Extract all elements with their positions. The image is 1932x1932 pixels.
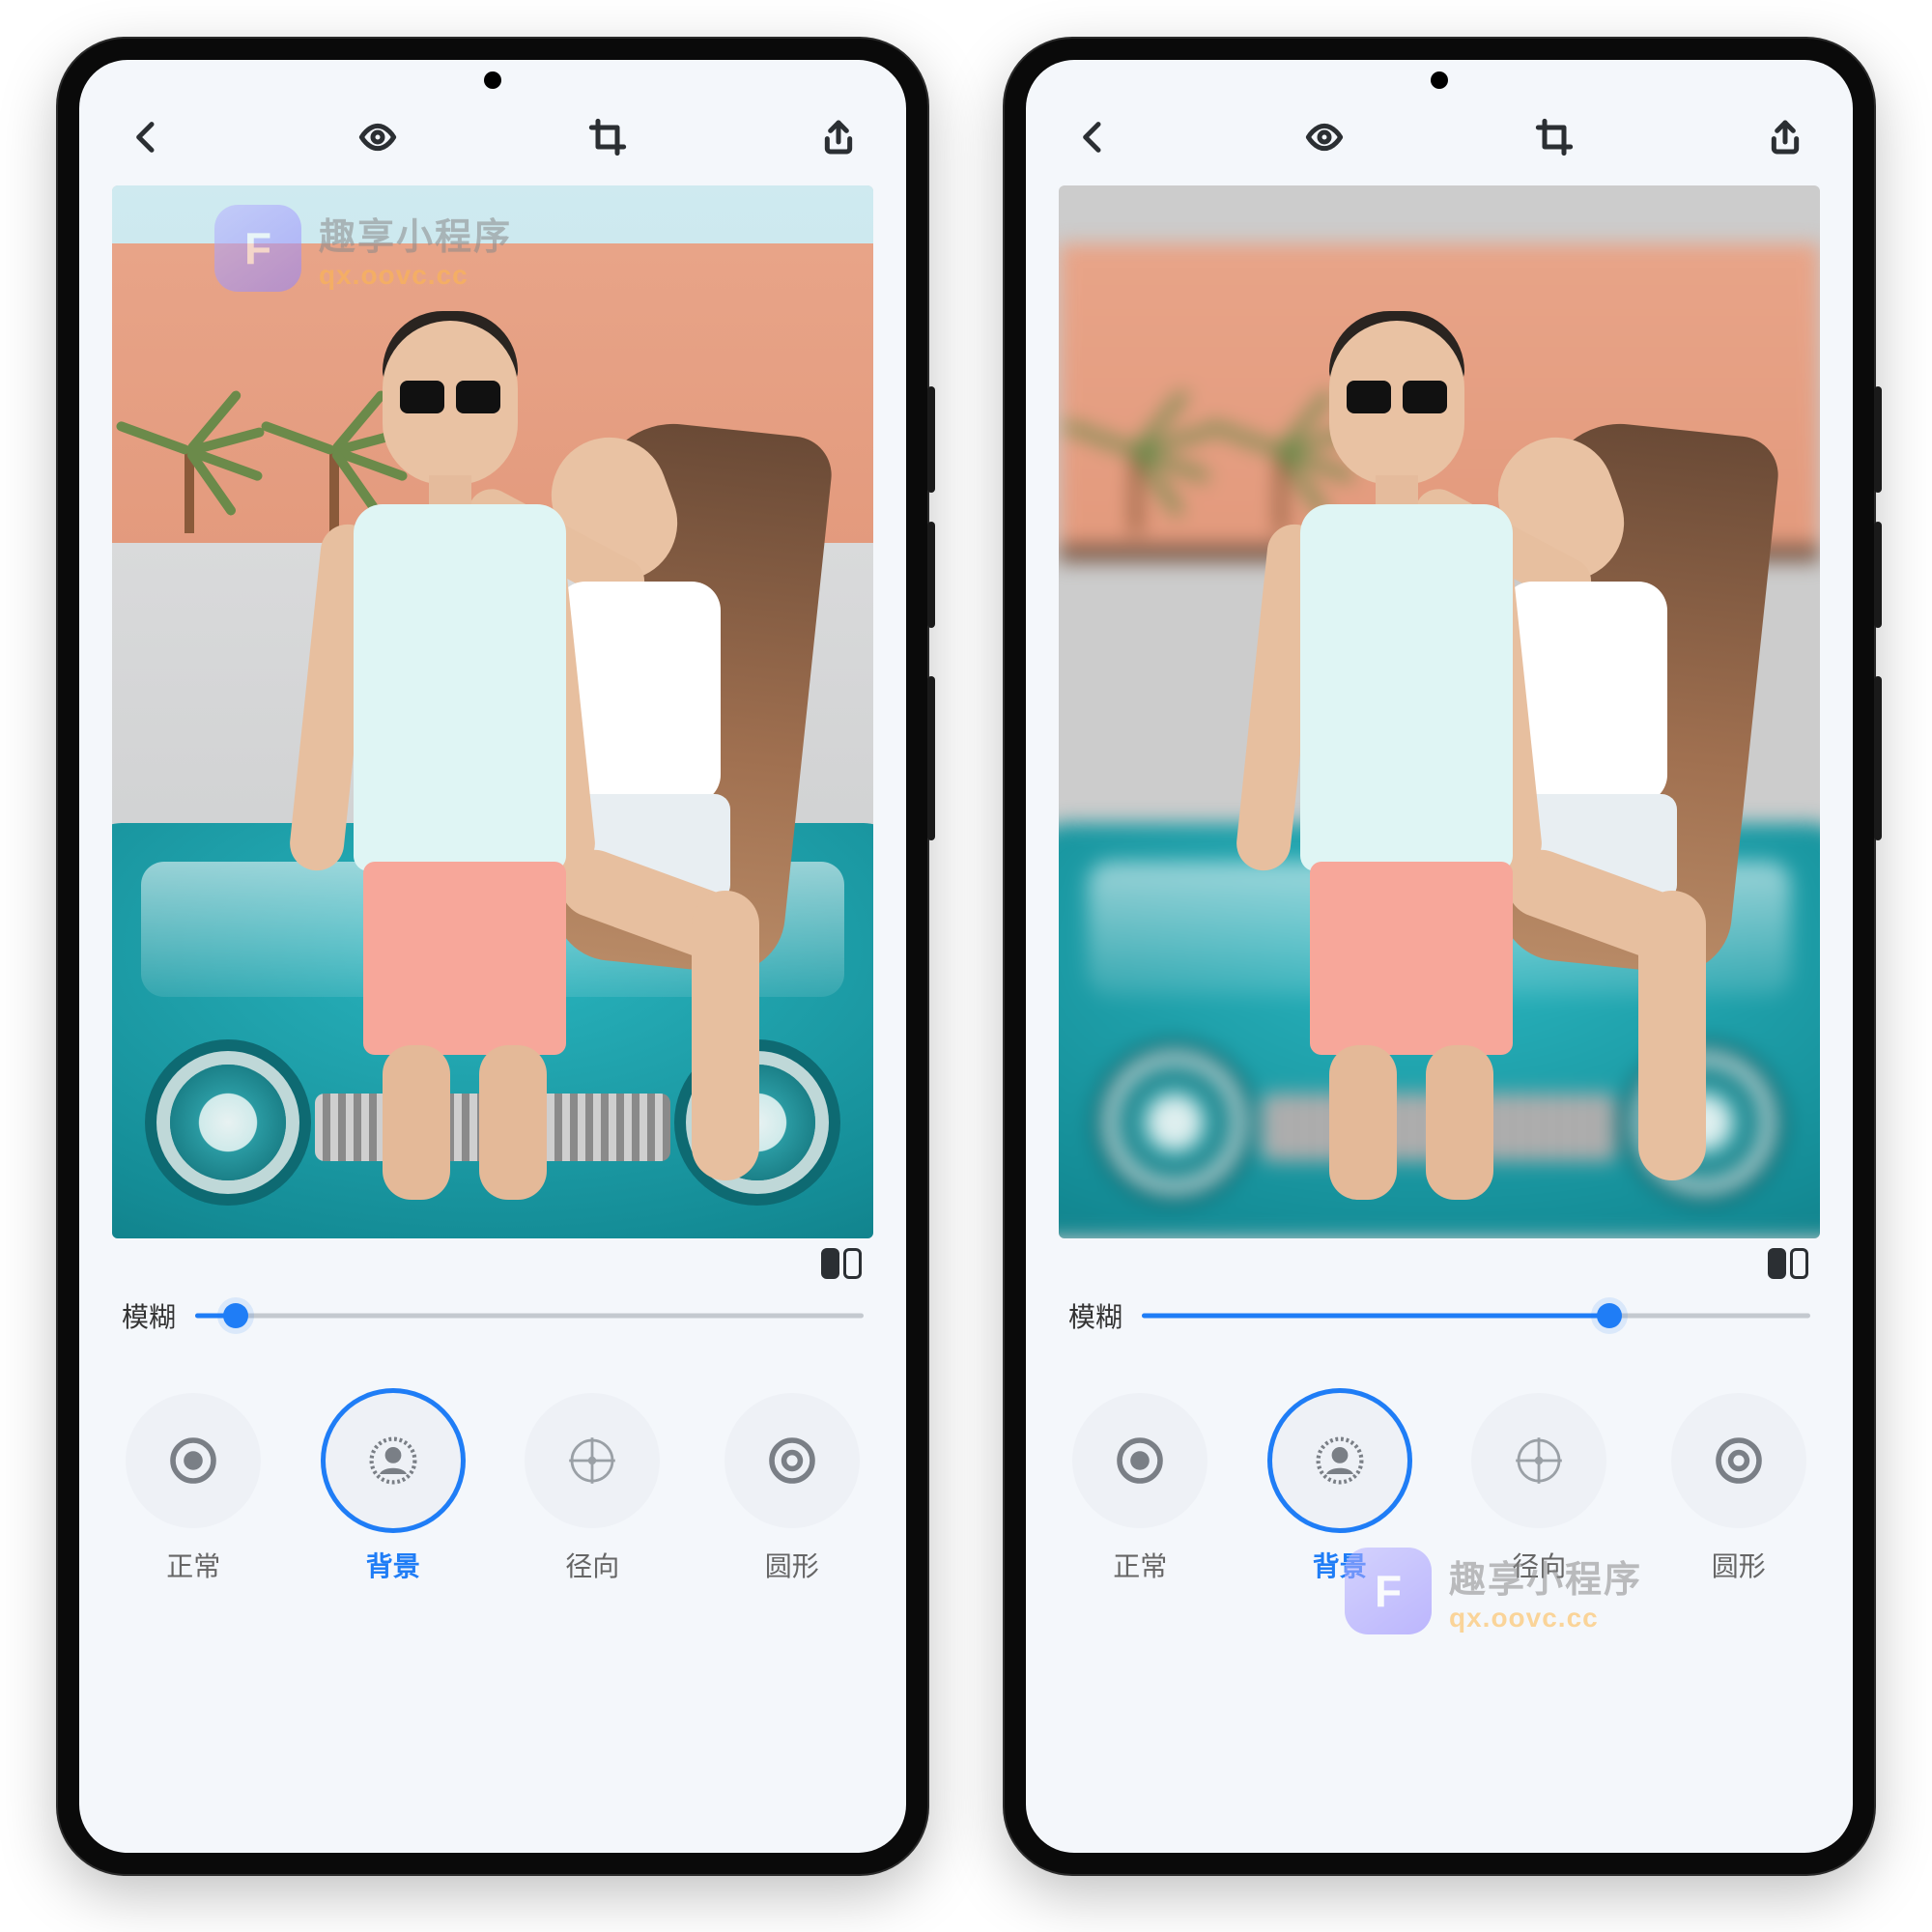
crop-icon[interactable] <box>1535 118 1574 156</box>
photo-canvas[interactable] <box>79 185 906 1238</box>
camera-dot <box>1431 71 1448 89</box>
camera-dot <box>484 71 501 89</box>
watermark-title: 趣享小程序 <box>1449 1549 1642 1603</box>
blur-slider[interactable] <box>195 1296 864 1335</box>
side-button <box>927 386 935 493</box>
option-label: 圆形 <box>765 1546 819 1584</box>
side-button <box>927 522 935 628</box>
option-label: 正常 <box>1113 1546 1167 1584</box>
share-icon[interactable] <box>819 118 858 156</box>
background-icon <box>1313 1434 1367 1488</box>
compare-icon[interactable] <box>1768 1248 1808 1279</box>
compare-icon[interactable] <box>821 1248 862 1279</box>
slider-label: 模糊 <box>122 1296 176 1335</box>
watermark: F 趣享小程序 qx.oovc.cc <box>214 205 512 292</box>
radial-icon <box>1512 1434 1566 1488</box>
watermark-badge-icon: F <box>1345 1548 1432 1634</box>
option-label: 圆形 <box>1712 1546 1766 1584</box>
side-button <box>1874 676 1882 840</box>
option-normal[interactable]: 正常 <box>1058 1393 1222 1584</box>
circle-icon <box>765 1434 819 1488</box>
back-icon[interactable] <box>1074 118 1113 156</box>
option-normal[interactable]: 正常 <box>111 1393 275 1584</box>
watermark-title: 趣享小程序 <box>319 207 512 260</box>
radial-icon <box>565 1434 619 1488</box>
side-button <box>1874 386 1882 493</box>
watermark-url: qx.oovc.cc <box>1449 1603 1642 1634</box>
option-circle[interactable]: 圆形 <box>710 1393 874 1584</box>
share-icon[interactable] <box>1766 118 1804 156</box>
option-label: 正常 <box>166 1546 220 1584</box>
option-circle[interactable]: 圆形 <box>1657 1393 1821 1584</box>
slider-label: 模糊 <box>1068 1296 1122 1335</box>
blur-mode-options: 正常 背景 径向 圆形 <box>79 1364 906 1633</box>
watermark-url: qx.oovc.cc <box>319 260 512 291</box>
crop-icon[interactable] <box>588 118 627 156</box>
watermark: F 趣享小程序 qx.oovc.cc <box>1345 1548 1642 1634</box>
screen: F 趣享小程序 qx.oovc.cc <box>79 60 906 1853</box>
eye-icon[interactable] <box>1305 118 1344 156</box>
side-button <box>1874 522 1882 628</box>
option-radial[interactable]: 径向 <box>510 1393 674 1584</box>
photo-canvas[interactable] <box>1026 185 1853 1238</box>
phone-mockup: F 趣享小程序 qx.oovc.cc <box>58 39 927 1874</box>
blur-slider-row: 模糊 <box>1026 1238 1853 1364</box>
option-background[interactable]: 背景 <box>311 1393 475 1584</box>
back-icon[interactable] <box>128 118 166 156</box>
phone-mockup: F 趣享小程序 qx.oovc.cc <box>1005 39 1874 1874</box>
option-label: 径向 <box>565 1546 619 1584</box>
circle-icon <box>1712 1434 1766 1488</box>
blur-slider[interactable] <box>1142 1296 1810 1335</box>
option-label: 背景 <box>366 1546 420 1584</box>
normal-icon <box>166 1434 220 1488</box>
eye-icon[interactable] <box>358 118 397 156</box>
background-icon <box>366 1434 420 1488</box>
side-button <box>927 676 935 840</box>
blur-slider-row: 模糊 <box>79 1238 906 1364</box>
watermark-badge-icon: F <box>214 205 301 292</box>
screen: F 趣享小程序 qx.oovc.cc <box>1026 60 1853 1853</box>
normal-icon <box>1113 1434 1167 1488</box>
